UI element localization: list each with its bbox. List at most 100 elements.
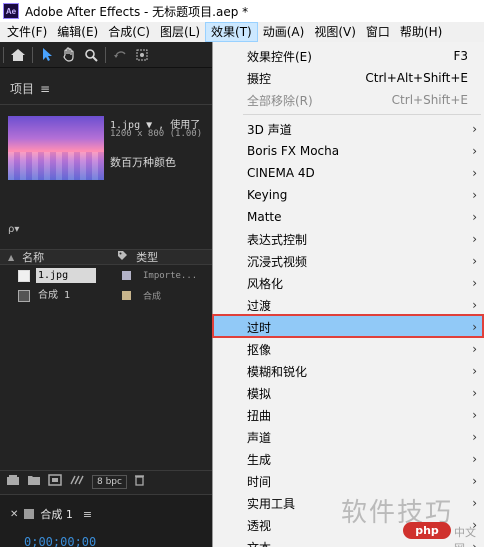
menu-view[interactable]: 视图(V) [309, 22, 361, 42]
new-composition-icon[interactable] [48, 474, 62, 489]
menu-item-blur-sharpen[interactable]: 模糊和锐化 › [213, 360, 484, 382]
composition-icon [18, 289, 30, 302]
close-icon[interactable]: ✕ [10, 509, 18, 520]
menu-item-shortcut: Ctrl+Alt+Shift+E [365, 71, 468, 85]
highlight-annotation-box [212, 314, 484, 338]
project-panel-header: 项目 ≡ [10, 80, 50, 97]
column-type[interactable]: 类型 [136, 249, 158, 265]
watermark: 软件技巧 php 中文网 [341, 492, 481, 547]
project-settings-icon[interactable] [69, 474, 85, 489]
selection-tool-icon[interactable] [36, 44, 58, 66]
menu-item-label: 声道 [247, 430, 272, 445]
menu-item-generate[interactable]: 生成 › [213, 448, 484, 470]
submenu-arrow-icon: › [472, 144, 477, 158]
new-folder-icon[interactable] [27, 474, 41, 489]
submenu-arrow-icon: › [472, 122, 477, 136]
submenu-arrow-icon: › [472, 452, 477, 466]
footage-file-icon [18, 269, 30, 282]
panel-menu-icon[interactable]: ≡ [83, 508, 92, 521]
bit-depth-button[interactable]: 8 bpc [92, 474, 127, 489]
menu-item-label: Keying [247, 188, 288, 202]
column-name[interactable]: 名称 [22, 249, 110, 265]
menu-item-label: 风格化 [247, 276, 284, 291]
menu-window[interactable]: 窗口 [361, 22, 395, 42]
home-icon[interactable] [7, 44, 29, 66]
menu-item-last-effect[interactable]: 摄控 Ctrl+Alt+Shift+E [213, 67, 484, 89]
menu-item-label: Boris FX Mocha [247, 144, 340, 158]
menu-item-label: 模糊和锐化 [247, 364, 308, 379]
menu-item-time[interactable]: 时间 › [213, 470, 484, 492]
menu-help[interactable]: 帮助(H) [395, 22, 447, 42]
project-item-row[interactable]: 1.jpg Importe... [0, 267, 212, 284]
camera-tool-icon[interactable] [131, 44, 153, 66]
menu-layer[interactable]: 图层(L) [155, 22, 205, 42]
menu-edit[interactable]: 编辑(E) [52, 22, 103, 42]
project-item-type: Importe... [143, 270, 198, 281]
title-bar: Ae Adobe After Effects - 无标题项目.aep * [0, 0, 484, 22]
menu-item-shortcut: F3 [453, 49, 468, 63]
menu-item-effect-controls[interactable]: 效果控件(E) F3 [213, 45, 484, 67]
menu-item-label: 沉浸式视频 [247, 254, 308, 269]
menu-item-immersive-video[interactable]: 沉浸式视频 › [213, 250, 484, 272]
menu-item-label: 过渡 [247, 298, 272, 313]
zoom-tool-icon[interactable] [80, 44, 102, 66]
panel-menu-icon[interactable]: ≡ [40, 82, 50, 96]
rotate-tool-icon[interactable] [109, 44, 131, 66]
trash-icon[interactable] [134, 474, 145, 489]
hand-tool-icon[interactable] [58, 44, 80, 66]
menu-item-channel[interactable]: 声道 › [213, 426, 484, 448]
project-bottom-toolbar: 8 bpc [0, 470, 212, 492]
search-icon[interactable]: ρ▾ [8, 224, 19, 235]
submenu-arrow-icon: › [472, 298, 477, 312]
menu-item-label: 3D 声道 [247, 122, 292, 137]
menu-item-expression-controls[interactable]: 表达式控制 › [213, 228, 484, 250]
menu-item-cinema-4d[interactable]: CINEMA 4D › [213, 162, 484, 184]
timeline-tab[interactable]: ✕ 合成 1 ≡ [10, 506, 92, 522]
project-panel-title[interactable]: 项目 [10, 80, 34, 97]
project-column-header: ▲ 名称 类型 [0, 249, 212, 265]
menu-item-label: 表达式控制 [247, 232, 308, 247]
timecode-display[interactable]: 0;00;00;00 [24, 535, 96, 547]
project-item-type: 合成 [143, 292, 162, 302]
menu-animation[interactable]: 动画(A) [258, 22, 310, 42]
project-item-row[interactable]: 合成 1 合成 [0, 287, 212, 304]
submenu-arrow-icon: › [472, 232, 477, 246]
tools-toolbar [0, 42, 212, 68]
asset-thumbnail [8, 116, 104, 180]
label-tag-icon[interactable] [110, 250, 134, 264]
menu-item-stylize[interactable]: 风格化 › [213, 272, 484, 294]
menu-item-transition[interactable]: 过渡 › [213, 294, 484, 316]
project-item-name: 1.jpg [36, 268, 96, 283]
submenu-arrow-icon: › [472, 188, 477, 202]
menu-item-label: 效果控件(E) [247, 49, 312, 64]
menu-item-label: 摄控 [247, 71, 272, 86]
submenu-arrow-icon: › [472, 342, 477, 356]
submenu-arrow-icon: › [472, 474, 477, 488]
interpret-footage-icon[interactable] [6, 474, 20, 489]
sort-up-icon[interactable]: ▲ [8, 253, 14, 262]
menu-item-simulation[interactable]: 模拟 › [213, 382, 484, 404]
menu-item-keying[interactable]: Keying › [213, 184, 484, 206]
menu-composition[interactable]: 合成(C) [103, 22, 155, 42]
submenu-arrow-icon: › [472, 430, 477, 444]
label-color-swatch[interactable] [122, 291, 131, 300]
menu-file[interactable]: 文件(F) [2, 22, 52, 42]
menu-effect[interactable]: 效果(T) [205, 22, 258, 42]
project-item-name: 合成 1 [38, 290, 71, 301]
menu-item-boris-fx-mocha[interactable]: Boris FX Mocha › [213, 140, 484, 162]
menu-item-label: 全部移除(R) [247, 93, 313, 108]
menu-item-distort[interactable]: 扭曲 › [213, 404, 484, 426]
menu-item-3d-channel[interactable]: 3D 声道 › [213, 118, 484, 140]
effects-dropdown-menu: 效果控件(E) F3 摄控 Ctrl+Alt+Shift+E 全部移除(R) C… [212, 42, 484, 547]
submenu-arrow-icon: › [472, 386, 477, 400]
submenu-arrow-icon: › [472, 276, 477, 290]
menu-item-label: 透视 [247, 518, 272, 533]
label-color-swatch[interactable] [122, 271, 131, 280]
menu-item-label: Matte [247, 210, 282, 224]
search-input[interactable] [19, 221, 208, 237]
watermark-site: 中文网 [454, 526, 476, 547]
submenu-arrow-icon: › [472, 166, 477, 180]
menu-item-matte[interactable]: Matte › [213, 206, 484, 228]
menu-item-keying-cn[interactable]: 抠像 › [213, 338, 484, 360]
menu-item-label: CINEMA 4D [247, 166, 315, 180]
